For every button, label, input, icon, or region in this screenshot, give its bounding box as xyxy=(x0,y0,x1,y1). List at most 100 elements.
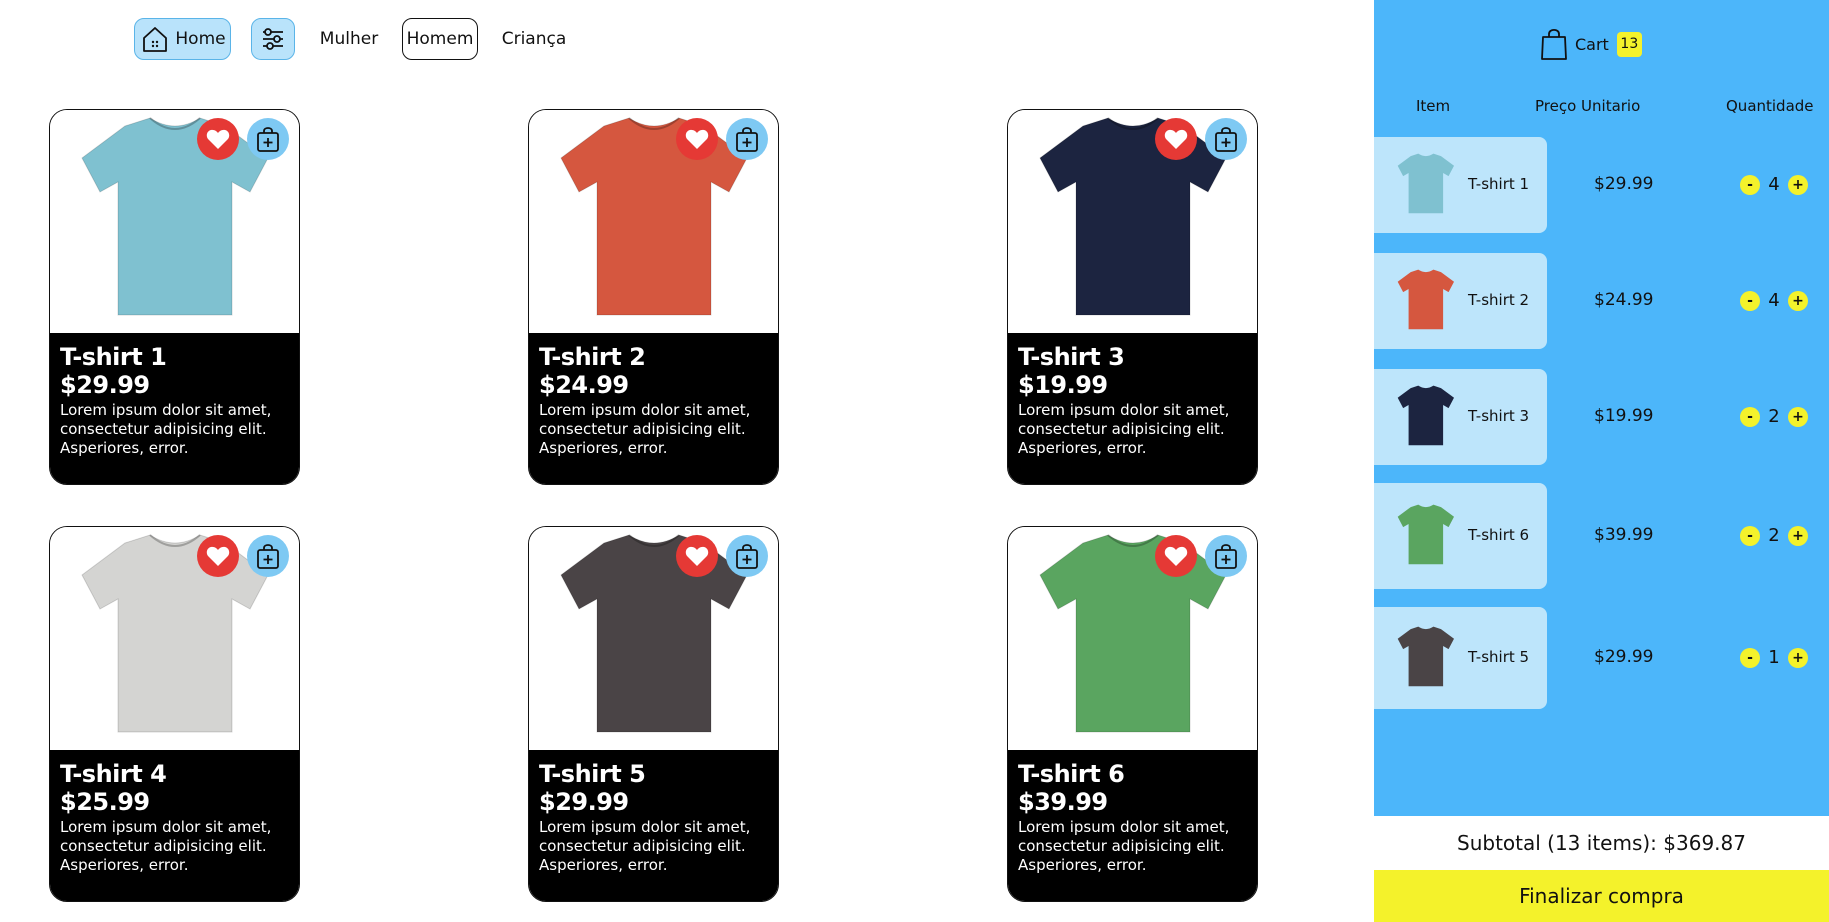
tshirt-thumbnail-image xyxy=(1397,153,1455,214)
product-name: T-shirt 4 xyxy=(60,760,167,788)
product-price: $24.99 xyxy=(539,371,629,399)
product-name: T-shirt 5 xyxy=(539,760,646,788)
product-card[interactable]: T-shirt 3 $19.99 Lorem ipsum dolor sit a… xyxy=(1007,109,1258,485)
heart-icon xyxy=(206,129,230,149)
quantity-value: 4 xyxy=(1768,290,1780,311)
product-card[interactable]: T-shirt 6 $39.99 Lorem ipsum dolor sit a… xyxy=(1007,526,1258,902)
decrease-quantity-button[interactable]: - xyxy=(1740,406,1760,427)
quantity-stepper: - 2 + xyxy=(1740,525,1808,546)
cart-item-price: $19.99 xyxy=(1594,406,1654,426)
cart-item-name: T-shirt 3 xyxy=(1468,407,1530,425)
product-description: Lorem ipsum dolor sit amet, consectetur … xyxy=(60,818,272,874)
tshirt-thumbnail-image xyxy=(1397,504,1455,565)
cart-item-row: T-shirt 3 $19.99 - 2 + xyxy=(1374,369,1829,465)
cart-item-name: T-shirt 2 xyxy=(1468,291,1530,309)
product-info: T-shirt 4 $25.99 Lorem ipsum dolor sit a… xyxy=(50,750,299,901)
nav-mulher-link[interactable]: Mulher xyxy=(312,18,386,60)
nav-crianca-link[interactable]: Criança xyxy=(495,18,573,60)
shopping-bag-plus-icon xyxy=(1215,127,1237,152)
favorite-button[interactable] xyxy=(197,118,239,160)
cart-item-row: T-shirt 1 $29.99 - 4 + xyxy=(1374,137,1829,233)
tshirt-thumbnail-image xyxy=(1397,269,1455,330)
nav-home-button[interactable]: Home xyxy=(134,18,231,60)
heart-icon xyxy=(685,129,709,149)
nav-home-label: Home xyxy=(175,29,226,49)
quantity-stepper: - 2 + xyxy=(1740,406,1808,427)
product-price: $29.99 xyxy=(539,788,629,816)
product-price: $39.99 xyxy=(1018,788,1108,816)
top-nav: Home Mulher Homem Criança xyxy=(0,0,1374,80)
subtotal-bar: Subtotal (13 items): $369.87 xyxy=(1374,816,1829,870)
favorite-button[interactable] xyxy=(676,535,718,577)
add-to-cart-button[interactable] xyxy=(726,535,768,577)
cart-title: Cart xyxy=(1575,34,1609,54)
favorite-button[interactable] xyxy=(1155,118,1197,160)
cart-item-price: $29.99 xyxy=(1594,174,1654,194)
add-to-cart-button[interactable] xyxy=(247,118,289,160)
home-icon xyxy=(143,27,168,52)
decrease-quantity-button[interactable]: - xyxy=(1740,174,1760,195)
quantity-value: 4 xyxy=(1768,174,1780,195)
checkout-button[interactable]: Finalizar compra xyxy=(1374,870,1829,922)
cart-item-price: $24.99 xyxy=(1594,290,1654,310)
shopping-bag-plus-icon xyxy=(736,127,758,152)
shopping-bag-icon xyxy=(1541,28,1567,60)
product-info: T-shirt 6 $39.99 Lorem ipsum dolor sit a… xyxy=(1008,750,1257,901)
product-card[interactable]: T-shirt 2 $24.99 Lorem ipsum dolor sit a… xyxy=(528,109,779,485)
quantity-value: 1 xyxy=(1768,647,1780,668)
favorite-button[interactable] xyxy=(676,118,718,160)
product-info: T-shirt 1 $29.99 Lorem ipsum dolor sit a… xyxy=(50,333,299,484)
cart-panel: Cart 13 Item Preço Unitario Quantidade T… xyxy=(1374,0,1829,922)
tshirt-thumbnail-image xyxy=(1397,385,1455,446)
decrease-quantity-button[interactable]: - xyxy=(1740,647,1760,668)
product-name: T-shirt 3 xyxy=(1018,343,1125,371)
decrease-quantity-button[interactable]: - xyxy=(1740,525,1760,546)
add-to-cart-button[interactable] xyxy=(1205,535,1247,577)
product-name: T-shirt 2 xyxy=(539,343,646,371)
cart-header: Cart 13 xyxy=(1539,26,1642,62)
product-name: T-shirt 1 xyxy=(60,343,167,371)
nav-homem-link[interactable]: Homem xyxy=(402,18,478,60)
product-info: T-shirt 3 $19.99 Lorem ipsum dolor sit a… xyxy=(1008,333,1257,484)
column-header-item: Item xyxy=(1416,97,1451,115)
product-description: Lorem ipsum dolor sit amet, consectetur … xyxy=(539,401,751,457)
product-card[interactable]: T-shirt 4 $25.99 Lorem ipsum dolor sit a… xyxy=(49,526,300,902)
heart-icon xyxy=(206,546,230,566)
increase-quantity-button[interactable]: + xyxy=(1788,174,1808,195)
increase-quantity-button[interactable]: + xyxy=(1788,290,1808,311)
product-description: Lorem ipsum dolor sit amet, consectetur … xyxy=(1018,401,1230,457)
cart-item-thumbnail: T-shirt 3 xyxy=(1374,369,1547,465)
increase-quantity-button[interactable]: + xyxy=(1788,406,1808,427)
increase-quantity-button[interactable]: + xyxy=(1788,647,1808,668)
product-description: Lorem ipsum dolor sit amet, consectetur … xyxy=(60,401,272,457)
filter-button[interactable] xyxy=(251,18,295,60)
cart-item-row: T-shirt 2 $24.99 - 4 + xyxy=(1374,253,1829,349)
cart-item-thumbnail: T-shirt 6 xyxy=(1374,483,1547,589)
tshirt-thumbnail-image xyxy=(1397,626,1455,687)
quantity-value: 2 xyxy=(1768,406,1780,427)
sliders-icon xyxy=(263,28,283,50)
favorite-button[interactable] xyxy=(1155,535,1197,577)
decrease-quantity-button[interactable]: - xyxy=(1740,290,1760,311)
cart-item-row: T-shirt 5 $29.99 - 1 + xyxy=(1374,607,1829,709)
product-name: T-shirt 6 xyxy=(1018,760,1125,788)
column-header-price: Preço Unitario xyxy=(1535,97,1641,115)
add-to-cart-button[interactable] xyxy=(1205,118,1247,160)
cart-item-thumbnail: T-shirt 1 xyxy=(1374,137,1547,233)
quantity-stepper: - 4 + xyxy=(1740,174,1808,195)
increase-quantity-button[interactable]: + xyxy=(1788,525,1808,546)
product-description: Lorem ipsum dolor sit amet, consectetur … xyxy=(539,818,751,874)
favorite-button[interactable] xyxy=(197,535,239,577)
quantity-stepper: - 4 + xyxy=(1740,290,1808,311)
cart-item-price: $39.99 xyxy=(1594,525,1654,545)
product-card[interactable]: T-shirt 5 $29.99 Lorem ipsum dolor sit a… xyxy=(528,526,779,902)
add-to-cart-button[interactable] xyxy=(247,535,289,577)
product-card[interactable]: T-shirt 1 $29.99 Lorem ipsum dolor sit a… xyxy=(49,109,300,485)
cart-item-thumbnail: T-shirt 5 xyxy=(1374,607,1547,709)
cart-item-name: T-shirt 5 xyxy=(1468,648,1530,666)
add-to-cart-button[interactable] xyxy=(726,118,768,160)
product-info: T-shirt 5 $29.99 Lorem ipsum dolor sit a… xyxy=(529,750,778,901)
shopping-bag-plus-icon xyxy=(736,544,758,569)
product-info: T-shirt 2 $24.99 Lorem ipsum dolor sit a… xyxy=(529,333,778,484)
column-header-quantity: Quantidade xyxy=(1726,97,1814,115)
